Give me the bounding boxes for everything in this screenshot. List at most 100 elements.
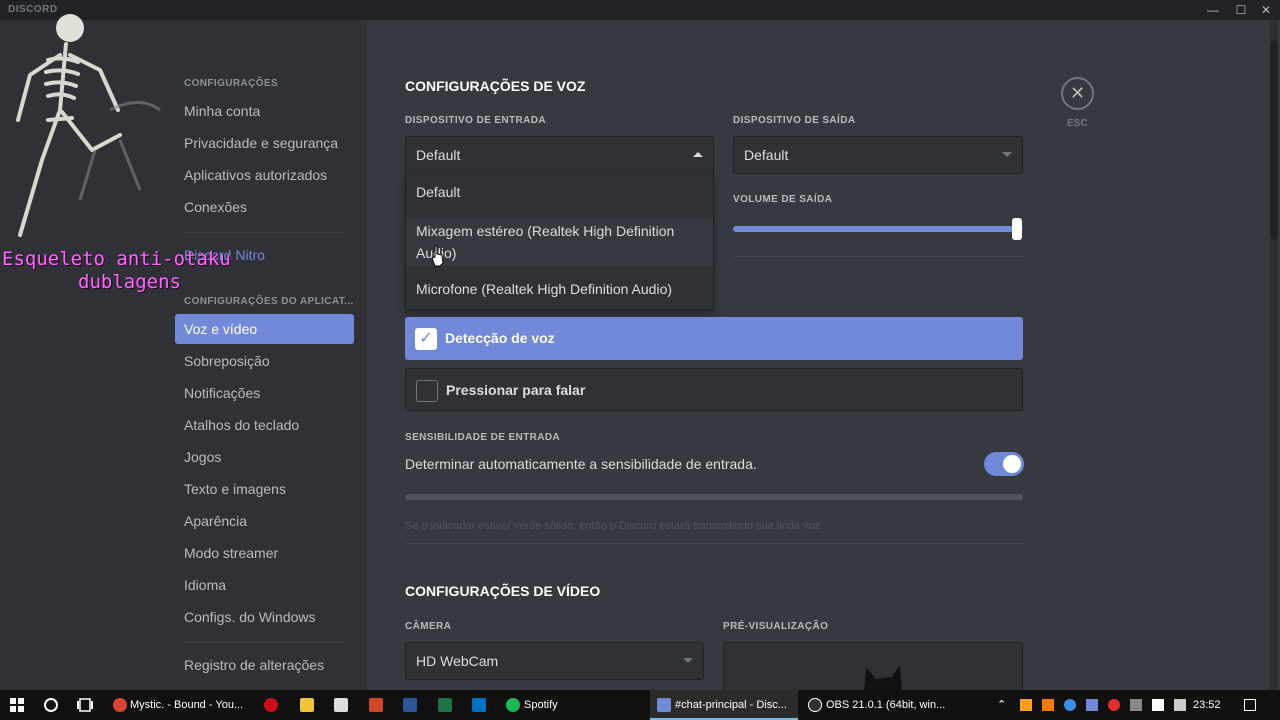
spotify-icon (506, 698, 520, 712)
sidebar-divider (184, 642, 344, 643)
dropdown-option-default[interactable]: Default (406, 181, 713, 203)
section-divider (405, 543, 1023, 544)
section-divider (733, 256, 1023, 257)
close-settings-button[interactable]: ✕ (1061, 77, 1094, 110)
tray-discord-icon[interactable] (1086, 699, 1098, 711)
camera-label: CÂMERA (405, 621, 452, 632)
tray-expand-icon[interactable]: ⌃ (997, 699, 1009, 711)
sidebar-item-authorized-apps[interactable]: Aplicativos autorizados (175, 160, 354, 190)
notepad-icon[interactable] (334, 698, 348, 712)
voice-activity-label: Detecção de voz (445, 330, 555, 346)
tray-record-icon[interactable] (1108, 699, 1120, 711)
sidebar-item-text-images[interactable]: Texto e imagens (175, 474, 354, 504)
input-sensitivity-label: SENSIBILIDADE DE ENTRADA (405, 432, 561, 443)
sensitivity-hint: Se o indicador estiver verde sólido, ent… (405, 520, 824, 532)
excel-icon[interactable] (438, 698, 452, 712)
sidebar-item-appearance[interactable]: Aparência (175, 506, 354, 536)
chevron-up-icon (693, 152, 703, 157)
hand-cursor-icon (431, 245, 444, 267)
input-mode-voice-activity[interactable]: ✓ Detecção de voz (405, 317, 1023, 360)
output-volume-fill (733, 226, 1018, 232)
sidebar-item-streamer-mode[interactable]: Modo streamer (175, 538, 354, 568)
battery-icon[interactable] (1152, 699, 1164, 711)
overlay-caption-line1: Esqueleto anti-otaku (2, 248, 231, 270)
output-device-value: Default (744, 147, 789, 163)
skeleton-overlay-image (16, 14, 161, 237)
auto-sensitivity-text: Determinar automaticamente a sensibilida… (405, 456, 757, 472)
preview-label: PRÉ-VISUALIZAÇÃO (723, 621, 829, 632)
input-mode-push-to-talk[interactable]: Pressionar para falar (405, 368, 1023, 411)
chevron-down-icon (683, 658, 693, 663)
discord-window: DISCORD — ☐ ✕ CONFIGURAÇÕES Minha conta … (0, 0, 1280, 690)
sidebar-item-changelog[interactable]: Registro de alterações (175, 650, 354, 680)
esc-label: ESC (1067, 118, 1088, 129)
tray-app-icon[interactable] (1042, 699, 1054, 711)
input-device-dropdown: Default Mixagem estéreo (Realtek High De… (405, 172, 714, 310)
output-volume-label: VOLUME DE SAÍDA (733, 194, 833, 205)
content-scrollbar-thumb[interactable] (1270, 40, 1278, 240)
sidebar-item-games[interactable]: Jogos (175, 442, 354, 472)
minimize-button[interactable]: — (1199, 0, 1227, 20)
close-window-button[interactable]: ✕ (1252, 0, 1280, 20)
maximize-button[interactable]: ☐ (1227, 0, 1255, 20)
sidebar-item-notifications[interactable]: Notificações (175, 378, 354, 408)
sidebar-item-keybinds[interactable]: Atalhos do teclado (175, 410, 354, 440)
powerpoint-icon[interactable] (369, 698, 383, 712)
volume-icon[interactable] (1174, 699, 1186, 711)
input-device-label: DISPOSITIVO DE ENTRADA (405, 115, 547, 126)
taskbar-app-chrome[interactable]: Mystic. - Bound - You... (130, 690, 243, 720)
sensitivity-meter (405, 494, 1023, 500)
notifications-icon[interactable] (1244, 699, 1256, 711)
outlook-icon[interactable] (472, 698, 486, 712)
taskbar-app-discord[interactable]: #chat-principal - Disc... (650, 690, 798, 720)
chevron-down-icon (1002, 152, 1012, 157)
overlay-caption-line2: dublagens (78, 271, 181, 293)
sidebar-section-user-settings: CONFIGURAÇÕES (184, 78, 279, 89)
taskbar-app-obs[interactable]: OBS 21.0.1 (64bit, win... (826, 690, 945, 720)
sidebar-section-app-settings: CONFIGURAÇÕES DO APLICAT... (184, 296, 354, 307)
dropdown-option-microphone[interactable]: Microfone (Realtek High Definition Audio… (406, 278, 713, 300)
sidebar-item-privacy[interactable]: Privacidade e segurança (175, 128, 354, 158)
file-explorer-icon[interactable] (300, 698, 314, 712)
toggle-knob (1003, 455, 1021, 473)
sidebar-item-overlay[interactable]: Sobreposição (175, 346, 354, 376)
input-device-select[interactable]: Default (405, 136, 714, 174)
opera-icon[interactable] (264, 698, 278, 712)
bluetooth-icon[interactable] (1064, 699, 1076, 711)
sidebar-item-connections[interactable]: Conexões (175, 192, 354, 222)
output-device-label: DISPOSITIVO DE SAÍDA (733, 115, 856, 126)
camera-preview (723, 642, 1023, 690)
sidebar-item-my-account[interactable]: Minha conta (175, 96, 354, 126)
wifi-icon[interactable] (1130, 699, 1142, 711)
dropdown-option-stereo-mix[interactable]: Mixagem estéreo (Realtek High Definition… (406, 218, 713, 266)
input-device-value: Default (416, 147, 461, 163)
voice-settings-title: CONFIGURAÇÕES DE VOZ (405, 78, 586, 94)
sidebar-item-language[interactable]: Idioma (175, 570, 354, 600)
auto-sensitivity-toggle[interactable] (984, 452, 1024, 476)
discord-icon (657, 698, 671, 712)
title-bar: DISCORD — ☐ ✕ (0, 0, 1280, 20)
sidebar-divider (184, 232, 344, 233)
taskbar-app-spotify[interactable]: Spotify (524, 690, 558, 720)
cat-silhouette-icon (864, 665, 902, 690)
taskbar-discord-label: #chat-principal - Disc... (675, 699, 787, 711)
task-view-icon[interactable] (76, 697, 94, 713)
output-device-select[interactable]: Default (733, 136, 1023, 174)
search-icon[interactable] (43, 697, 59, 713)
check-icon: ✓ (415, 328, 437, 350)
word-icon[interactable] (403, 698, 417, 712)
push-to-talk-label: Pressionar para falar (446, 382, 586, 398)
output-volume-handle[interactable] (1012, 218, 1023, 240)
system-clock[interactable]: 23:52 (1193, 690, 1221, 720)
camera-select[interactable]: HD WebCam (405, 642, 704, 680)
sidebar-item-windows-settings[interactable]: Configs. do Windows (175, 602, 354, 632)
output-volume-slider[interactable] (733, 218, 1023, 240)
camera-value: HD WebCam (416, 653, 499, 669)
sidebar-item-voice-video[interactable]: Voz e vídeo (175, 314, 354, 344)
windows-taskbar: Mystic. - Bound - You... Spotify #chat-p… (0, 690, 1280, 720)
video-settings-title: CONFIGURAÇÕES DE VÍDEO (405, 583, 601, 599)
obs-icon (808, 698, 822, 712)
windows-start-icon[interactable] (10, 698, 24, 712)
tray-app-icon[interactable] (1020, 699, 1032, 711)
checkbox-empty-icon (416, 380, 438, 402)
